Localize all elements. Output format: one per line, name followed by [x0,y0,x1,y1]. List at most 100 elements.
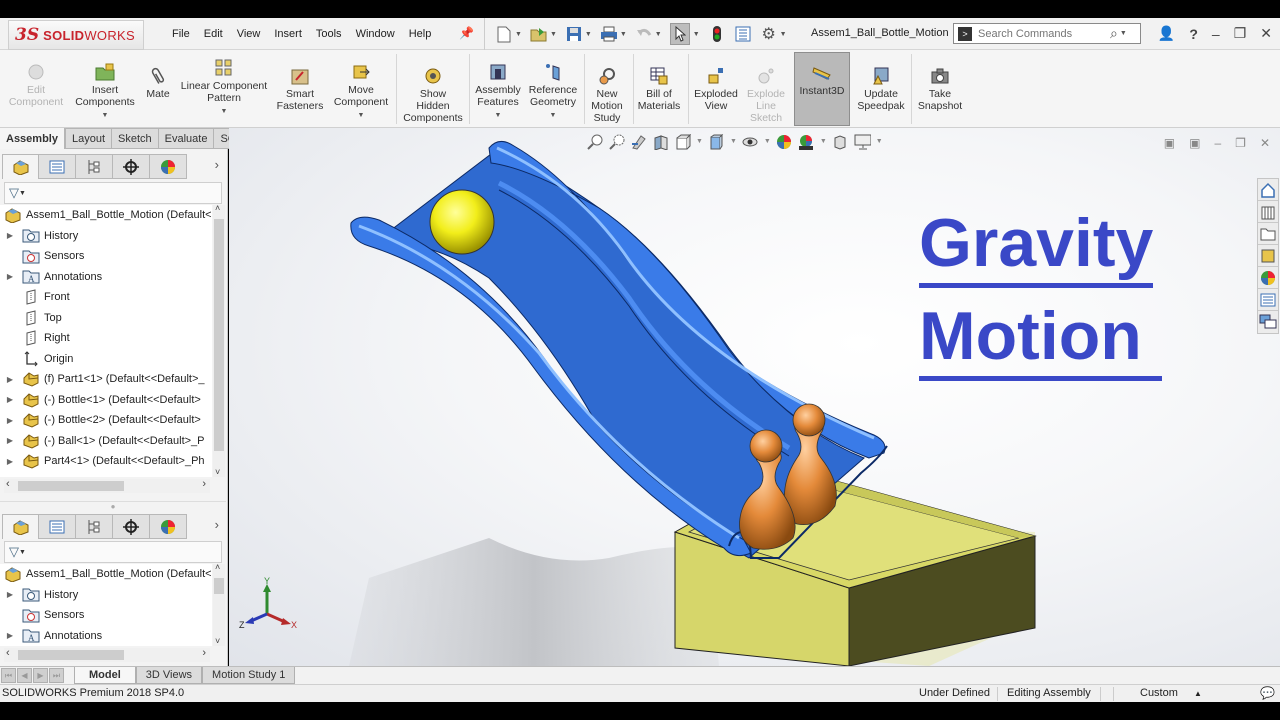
panel-more-chevron-icon[interactable]: › [215,517,219,532]
tree-item[interactable]: ▶ Part4<1> (Default<<Default>_Ph [0,451,212,472]
tree-filter-box[interactable]: ▽ ▼ [4,182,222,204]
instant3d-button[interactable]: Instant3D [794,52,850,126]
graphics-viewport[interactable]: ▼ ▼ ▼ ▼ ▼ ▣ ▣ ‒ ❐ ✕ Gravity Motion Y X Z [229,128,1280,666]
tree-horizontal-scrollbar[interactable]: ‹ › [4,478,210,493]
search-commands-box[interactable]: > ⌕ ▼ [953,23,1141,44]
tree-item[interactable]: Top [0,308,212,329]
configuration-manager-tab[interactable] [76,154,113,179]
print-icon[interactable] [600,25,618,43]
expand-arrow-icon[interactable]: ▶ [4,395,16,404]
expand-arrow-icon[interactable]: ▶ [4,231,16,240]
last-tab-button[interactable]: ⏭ [49,668,64,683]
user-account-icon[interactable]: 👤 [1158,25,1175,42]
tab-assembly[interactable]: Assembly [0,128,65,149]
file-properties-icon[interactable] [734,25,752,43]
open-document-icon[interactable] [530,25,548,43]
tree-vertical-scrollbar[interactable]: ˄ ˅ [213,203,225,477]
rebuild-traffic-light-icon[interactable] [708,25,726,43]
tree-item[interactable]: Right [0,328,212,349]
property-manager-tab[interactable] [39,514,76,539]
scrollbar-thumb[interactable] [214,219,224,451]
tree-item[interactable]: Front [0,287,212,308]
scrollbar-thumb[interactable] [18,481,124,491]
new-document-icon[interactable] [495,25,513,43]
tree-root-assembly[interactable]: Assem1_Ball_Bottle_Motion (Default< [0,564,212,585]
first-tab-button[interactable]: ⏮ [1,668,16,683]
tree-item[interactable]: ▶ A Annotations [0,626,212,647]
tree-item[interactable]: ▶ History [0,585,212,606]
close-icon[interactable]: ✕ [1260,25,1272,42]
scrollbar-thumb[interactable] [214,578,224,594]
unit-system-selector[interactable]: Custom [1140,687,1178,699]
quick-tips-icon[interactable]: 💬 [1260,686,1275,700]
tree-filter-box-2[interactable]: ▽ ▼ [4,541,222,563]
tab-sketch[interactable]: Sketch [112,128,159,149]
take-snapshot-button[interactable]: Take Snapshot [913,58,967,112]
tree-item[interactable]: Sensors [0,246,212,267]
expand-arrow-icon[interactable]: ▶ [4,416,16,425]
menu-tools[interactable]: Tools [316,28,342,40]
assembly-features-button[interactable]: Assembly Features ▼ [472,54,524,122]
help-icon[interactable]: ? [1189,26,1198,42]
options-dropdown-icon[interactable]: ▼ [780,31,787,38]
tree-item[interactable]: Sensors [0,605,212,626]
show-hidden-components-button[interactable]: Show Hidden Components [400,58,466,124]
feature-manager-tab[interactable] [2,514,39,539]
search-dropdown-icon[interactable]: ▼ [1120,30,1127,37]
smart-fasteners-button[interactable]: Smart Fasteners [274,58,326,112]
tree-item[interactable]: ▶ History [0,226,212,247]
undo-dropdown-icon[interactable]: ▼ [655,31,662,38]
menu-help[interactable]: Help [409,28,432,40]
tree-item[interactable]: Origin [0,349,212,370]
mate-button[interactable]: Mate [141,66,175,100]
menu-edit[interactable]: Edit [204,28,223,40]
exploded-view-button[interactable]: Exploded View [691,58,741,112]
expand-arrow-icon[interactable]: ▶ [4,590,16,599]
dimxpert-manager-tab[interactable] [113,514,150,539]
tree-item[interactable]: ▶ (-) Bottle<1> (Default<<Default> [0,390,212,411]
tree-item[interactable]: ▶ (f) Part1<1> (Default<<Default>_ [0,369,212,390]
bill-of-materials-button[interactable]: Bill of Materials [636,58,682,112]
scrollbar-thumb[interactable] [18,650,124,660]
save-dropdown-icon[interactable]: ▼ [585,31,592,38]
filter-icon[interactable]: ▽ [9,185,19,201]
display-manager-tab[interactable] [150,154,187,179]
prev-tab-button[interactable]: ◀ [17,668,32,683]
expand-arrow-icon[interactable]: ▶ [4,375,16,384]
open-dropdown-icon[interactable]: ▼ [550,31,557,38]
tree-root-assembly[interactable]: Assem1_Ball_Bottle_Motion (Default< [0,205,212,226]
filter-icon[interactable]: ▽ [9,544,19,560]
tree-item[interactable]: ▶ (-) Bottle<2> (Default<<Default> [0,410,212,431]
undo-icon[interactable] [635,25,653,43]
tree-item[interactable]: ▶ (-) Ball<1> (Default<<Default>_P [0,431,212,452]
display-manager-tab[interactable] [150,514,187,539]
save-icon[interactable] [565,25,583,43]
dimxpert-manager-tab[interactable] [113,154,150,179]
tree-horizontal-scrollbar-2[interactable]: ‹ › [4,647,210,662]
move-component-button[interactable]: Move Component ▼ [330,54,392,122]
expand-arrow-icon[interactable]: ▶ [4,436,16,445]
property-manager-tab[interactable] [39,154,76,179]
tree-vertical-scrollbar-2[interactable]: ˄ ˅ [213,562,225,646]
pin-menu-icon[interactable]: 📌 [459,26,474,40]
options-gear-icon[interactable]: ⚙ [760,25,778,43]
tree-item[interactable]: ▶ A Annotations [0,267,212,288]
update-speedpak-button[interactable]: Update Speedpak [854,58,908,112]
panel-more-chevron-icon[interactable]: › [215,157,219,172]
menu-file[interactable]: File [172,28,190,40]
new-dropdown-icon[interactable]: ▼ [515,31,522,38]
new-motion-study-button[interactable]: New Motion Study [586,58,628,124]
restore-icon[interactable]: ❐ [1234,25,1247,42]
configuration-manager-tab[interactable] [76,514,113,539]
print-dropdown-icon[interactable]: ▼ [620,31,627,38]
edit-component-button[interactable]: Edit Component [4,54,68,108]
minimize-icon[interactable]: ‒ [1212,26,1220,42]
menu-window[interactable]: Window [356,28,395,40]
tab-3d-views[interactable]: 3D Views [135,667,203,684]
insert-components-button[interactable]: Insert Components ▼ [72,54,138,122]
search-icon[interactable]: ⌕ [1110,25,1118,42]
search-commands-input[interactable] [978,27,1106,40]
solidworks-logo[interactable]: 3S SOLID WORKS [8,20,144,50]
tab-evaluate[interactable]: Evaluate [158,128,215,149]
linear-component-pattern-button[interactable]: Linear Component Pattern ▼ [177,50,271,118]
